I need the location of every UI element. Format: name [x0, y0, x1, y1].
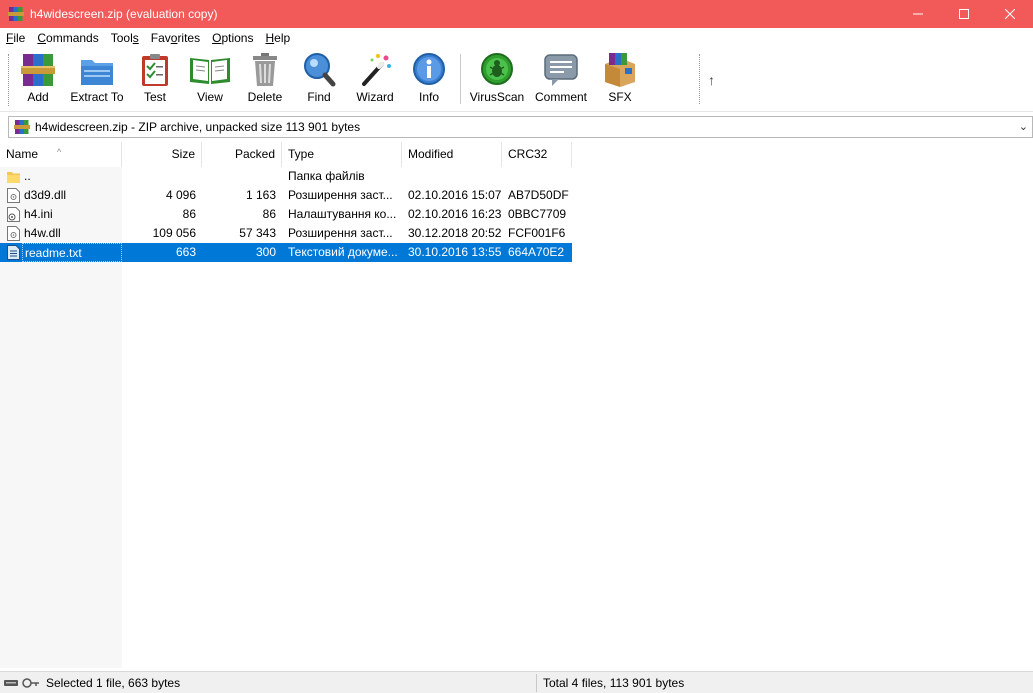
close-icon: [1005, 9, 1015, 19]
close-button[interactable]: [987, 0, 1033, 28]
toolbar-grip[interactable]: [8, 54, 11, 106]
chevron-down-icon[interactable]: ⌄: [1019, 120, 1028, 133]
menu-favorites[interactable]: Favorites: [151, 31, 206, 45]
address-bar[interactable]: h4widescreen.zip - ZIP archive, unpacked…: [8, 116, 1033, 138]
view-book-icon: [188, 52, 232, 88]
menu-bar: File Commands Tools Favorites Options He…: [0, 28, 1033, 48]
sfx-label: SFX: [608, 90, 632, 104]
test-clipboard-icon: [136, 52, 174, 88]
extract-to-label: Extract To: [70, 90, 124, 104]
comment-label: Comment: [534, 90, 587, 104]
minimize-icon: [913, 13, 923, 15]
comment-button[interactable]: Comment: [533, 52, 589, 108]
test-button[interactable]: Test: [136, 52, 174, 108]
up-arrow-icon[interactable]: ↑: [708, 72, 715, 88]
title-bar: h4widescreen.zip (evaluation copy): [0, 0, 1033, 28]
find-button[interactable]: Find: [300, 52, 338, 108]
table-row[interactable]: h4.ini 86 86 Налаштування ко... 02.10.20…: [0, 205, 572, 224]
add-label: Add: [27, 90, 49, 104]
dll-file-icon: [7, 188, 20, 203]
ini-file-icon: [7, 207, 20, 222]
toolbar: Add Extract To Test View Delete Find Wiz…: [0, 48, 1033, 112]
column-header-size[interactable]: Size: [122, 142, 202, 167]
test-label: Test: [143, 90, 166, 104]
extract-to-button[interactable]: Extract To: [68, 52, 126, 108]
virus-bug-icon: [478, 52, 516, 88]
delete-label: Delete: [247, 90, 283, 104]
virusscan-button[interactable]: VirusScan: [469, 52, 525, 108]
comment-bubble-icon: [542, 52, 580, 88]
wizard-label: Wizard: [356, 90, 394, 104]
column-header-packed[interactable]: Packed: [202, 142, 282, 167]
column-header-name[interactable]: Name ^: [0, 142, 122, 167]
toolbar-separator: [460, 54, 461, 104]
sfx-box-icon: [601, 52, 639, 88]
maximize-icon: [959, 9, 969, 19]
folder-icon: [7, 169, 20, 184]
wizard-button[interactable]: Wizard: [355, 52, 395, 108]
toolbar-grip-right: [699, 54, 700, 104]
sort-ascending-icon: ^: [57, 147, 62, 157]
table-row-selected[interactable]: readme.txt 663 300 Текстовий докуме... 3…: [0, 243, 572, 262]
column-header-row: Name ^ Size Packed Type Modified CRC32: [0, 142, 572, 167]
status-selected: Selected 1 file, 663 bytes: [46, 676, 181, 690]
winrar-app-icon[interactable]: [8, 6, 24, 22]
minimize-button[interactable]: [895, 0, 941, 28]
trash-can-icon: [246, 52, 284, 88]
menu-file[interactable]: File: [6, 31, 31, 45]
window-title: h4widescreen.zip (evaluation copy): [30, 7, 218, 21]
magic-wand-icon: [356, 52, 394, 88]
info-label: Info: [418, 90, 439, 104]
table-row[interactable]: .. Папка файлів: [0, 167, 572, 186]
menu-tools[interactable]: Tools: [111, 31, 145, 45]
menu-help[interactable]: Help: [265, 31, 296, 45]
extract-folder-icon: [78, 52, 116, 88]
table-row[interactable]: h4w.dll 109 056 57 343 Розширення заст..…: [0, 224, 572, 243]
find-label: Find: [307, 90, 331, 104]
status-bar: Selected 1 file, 663 bytes Total 4 files…: [0, 671, 1033, 693]
text-file-icon: [7, 245, 20, 260]
archive-path: h4widescreen.zip - ZIP archive, unpacked…: [35, 120, 361, 134]
status-total: Total 4 files, 113 901 bytes: [543, 676, 685, 690]
column-header-crc32[interactable]: CRC32: [502, 142, 572, 167]
maximize-button[interactable]: [941, 0, 987, 28]
virusscan-label: VirusScan: [469, 90, 525, 104]
file-list: Name ^ Size Packed Type Modified CRC32 .…: [0, 142, 1033, 668]
column-header-type[interactable]: Type: [282, 142, 402, 167]
drive-key-icons[interactable]: [4, 677, 40, 689]
column-header-modified[interactable]: Modified: [402, 142, 502, 167]
view-label: View: [197, 90, 223, 104]
delete-button[interactable]: Delete: [246, 52, 284, 108]
status-divider: [536, 674, 537, 692]
menu-options[interactable]: Options: [212, 31, 259, 45]
table-row[interactable]: d3d9.dll 4 096 1 163 Розширення заст... …: [0, 186, 572, 205]
add-button[interactable]: Add: [19, 52, 57, 108]
view-button[interactable]: View: [188, 52, 232, 108]
info-button[interactable]: Info: [410, 52, 448, 108]
info-icon: [410, 52, 448, 88]
sfx-button[interactable]: SFX: [600, 52, 640, 108]
dll-file-icon: [7, 226, 20, 241]
magnifier-icon: [300, 52, 338, 88]
archive-icon: [14, 120, 30, 134]
menu-commands[interactable]: Commands: [37, 31, 104, 45]
add-archive-icon: [19, 52, 57, 88]
